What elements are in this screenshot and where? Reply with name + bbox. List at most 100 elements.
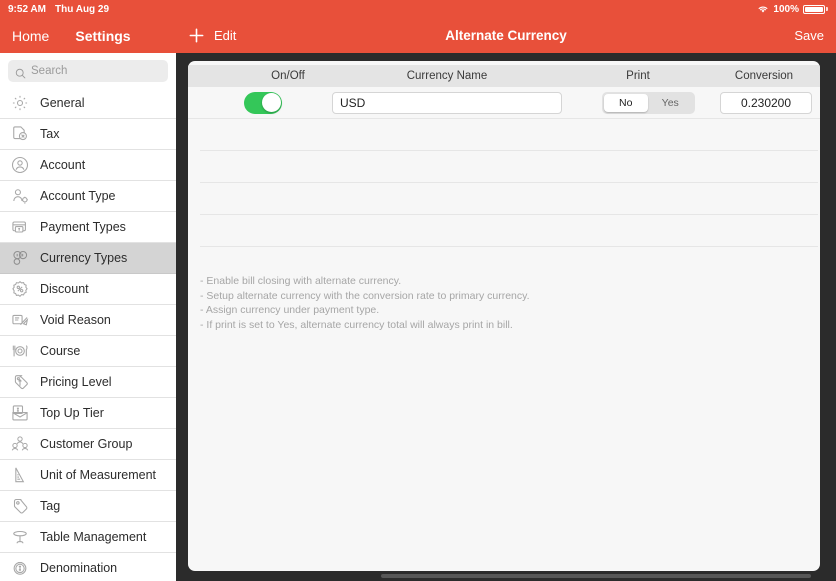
- search-input[interactable]: Search: [8, 60, 168, 82]
- sidebar-item-label: Account: [40, 158, 86, 172]
- top-toolbar: Edit Alternate Currency Save: [176, 18, 836, 53]
- currency-icon: [10, 248, 30, 268]
- cell-print: No Yes: [580, 91, 716, 114]
- print-option-no[interactable]: No: [603, 93, 648, 112]
- empty-rows-container: [188, 119, 820, 247]
- sidebar-item-currency-types[interactable]: Currency Types: [0, 243, 176, 274]
- search-placeholder: Search: [31, 65, 68, 77]
- sidebar-item-label: Pricing Level: [40, 375, 112, 389]
- search-container: Search: [0, 53, 176, 88]
- user-gear-icon: [10, 186, 30, 206]
- sidebar-item-label: Unit of Measurement: [40, 468, 157, 482]
- status-bar-right: 100%: [757, 4, 828, 15]
- status-bar: 9:52 AM Thu Aug 29 100%: [0, 0, 836, 18]
- sidebar-item-label: Table Management: [40, 530, 147, 544]
- cutlery-plate-icon: [10, 341, 30, 361]
- search-icon: [15, 66, 26, 78]
- sidebar-item-customer-group[interactable]: Customer Group: [0, 429, 176, 460]
- table-row-empty[interactable]: [200, 151, 818, 183]
- table-row-empty[interactable]: [200, 119, 818, 151]
- sidebar-item-discount[interactable]: Discount: [0, 274, 176, 305]
- user-circle-icon: [10, 155, 30, 175]
- sidebar-item-label: Tax: [40, 127, 60, 141]
- help-notes: - Enable bill closing with alternate cur…: [188, 247, 820, 333]
- help-note-line: - Enable bill closing with alternate cur…: [200, 275, 402, 287]
- sidebar-item-account[interactable]: Account: [0, 150, 176, 181]
- sidebar-item-course[interactable]: Course: [0, 336, 176, 367]
- sidebar-item-label: Customer Group: [40, 437, 133, 451]
- plus-icon[interactable]: [188, 27, 205, 44]
- status-date: Thu Aug 29: [54, 3, 110, 15]
- sidebar-item-label: Currency Types: [40, 251, 128, 265]
- money-envelope-icon: [10, 403, 30, 423]
- sidebar-item-pricing-level[interactable]: Pricing Level: [0, 367, 176, 398]
- table-header-row: On/Off Currency Name Print Conversion: [188, 65, 820, 87]
- sidebar-item-tag[interactable]: Tag: [0, 491, 176, 522]
- page-title: Alternate Currency: [445, 28, 567, 43]
- conversion-rate-input[interactable]: [720, 91, 812, 114]
- help-note-line: - Assign currency under payment type.: [200, 304, 380, 317]
- table-row: No Yes: [188, 87, 820, 119]
- table-icon: [10, 527, 30, 547]
- save-button[interactable]: Save: [794, 28, 824, 43]
- home-button[interactable]: Home: [12, 28, 49, 44]
- toggle-knob: [261, 93, 281, 112]
- sidebar-item-label: General: [40, 96, 85, 110]
- sidebar-item-label: Tag: [40, 499, 61, 513]
- price-tag-arrow-icon: [10, 372, 30, 392]
- sidebar-item-account-type[interactable]: Account Type: [0, 181, 176, 212]
- tag-icon: [10, 496, 30, 516]
- credit-card-icon: [10, 217, 30, 237]
- percent-badge-icon: [10, 279, 30, 299]
- edit-button[interactable]: Edit: [214, 28, 236, 43]
- sidebar-item-label: Account Type: [40, 189, 116, 203]
- people-group-icon: [10, 434, 30, 454]
- print-segmented-control[interactable]: No Yes: [601, 91, 695, 114]
- settings-button[interactable]: Settings: [75, 28, 130, 44]
- table-row-empty[interactable]: [200, 215, 818, 247]
- column-header-print: Print: [626, 70, 650, 82]
- sidebar-item-denomination[interactable]: Denomination: [0, 553, 176, 581]
- sidebar-item-label: Discount: [40, 282, 89, 296]
- app-root: 9:52 AM Thu Aug 29 100% Home Settings Se…: [0, 0, 836, 581]
- sidebar-item-label: Void Reason: [40, 313, 111, 327]
- currency-name-input[interactable]: [332, 91, 562, 114]
- cell-currency-name: [332, 91, 580, 114]
- help-note-line: - Setup alternate currency with the conv…: [200, 289, 530, 302]
- sidebar-item-label: Denomination: [40, 561, 118, 575]
- sidebar: Home Settings Search General Tax Account Ac…: [0, 18, 176, 581]
- table-row-empty[interactable]: [200, 183, 818, 215]
- sidebar-item-general[interactable]: General: [0, 88, 176, 119]
- sidebar-item-table-management[interactable]: Table Management: [0, 522, 176, 553]
- sidebar-item-void-reason[interactable]: Void Reason: [0, 305, 176, 336]
- main-pane: Edit Alternate Currency Save On/Off Curr…: [176, 18, 836, 581]
- cell-onoff: [244, 91, 332, 114]
- sidebar-item-label: Payment Types: [40, 220, 126, 234]
- content-card: On/Off Currency Name Print Conversion No: [188, 61, 820, 571]
- void-note-icon: [10, 310, 30, 330]
- print-option-yes[interactable]: Yes: [648, 94, 693, 112]
- wifi-icon: [757, 4, 769, 14]
- sidebar-item-unit-of-measurement[interactable]: Unit of Measurement: [0, 460, 176, 491]
- column-header-conversion: Conversion: [734, 70, 794, 82]
- status-bar-left: 9:52 AM Thu Aug 29: [8, 4, 109, 15]
- sidebar-item-payment-types[interactable]: Payment Types: [0, 212, 176, 243]
- sidebar-item-top-up-tier[interactable]: Top Up Tier: [0, 398, 176, 429]
- sidebar-item-label: Course: [40, 344, 81, 358]
- sidebar-item-list: General Tax Account Account Type Payment Typ…: [0, 88, 176, 581]
- sidebar-nav-bar: Home Settings: [0, 18, 176, 53]
- sidebar-item-tax[interactable]: Tax: [0, 119, 176, 150]
- horizontal-scrollbar[interactable]: [381, 574, 811, 578]
- column-header-onoff: On/Off: [271, 70, 305, 82]
- column-header-currency-name: Currency Name: [406, 70, 488, 82]
- enable-toggle[interactable]: [244, 91, 282, 114]
- help-note-line: - If print is set to Yes, alternate curr…: [200, 319, 513, 332]
- ruler-triangle-icon: [10, 465, 30, 485]
- cell-conversion: [716, 91, 816, 114]
- battery-percent-label: 100%: [773, 3, 799, 15]
- tax-document-icon: [10, 124, 30, 144]
- status-time: 9:52 AM: [8, 3, 46, 15]
- sidebar-item-label: Top Up Tier: [40, 406, 104, 420]
- battery-full-icon: [803, 4, 828, 14]
- coin-icon: [10, 558, 30, 578]
